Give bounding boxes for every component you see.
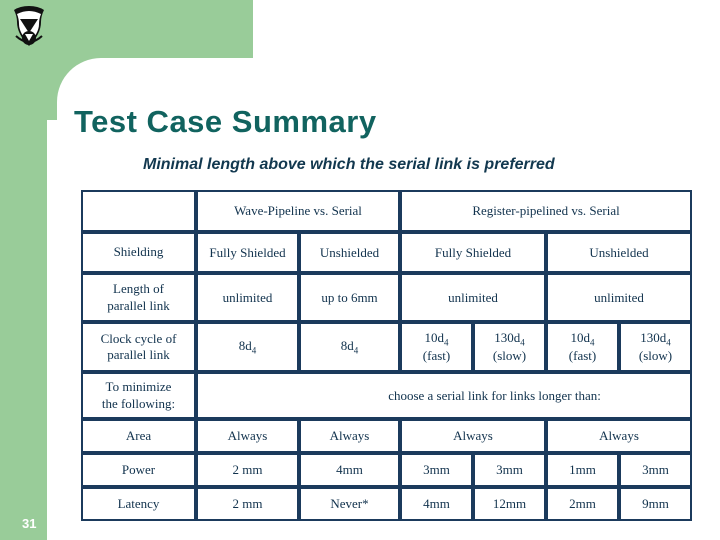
cell-shielding-reg-unshielded: Unshielded <box>546 232 693 273</box>
clock-reg-fully-slow-value: 130d <box>494 330 521 346</box>
cell-shielding-wave-fully: Fully Shielded <box>196 232 299 273</box>
page-subtitle: Minimal length above which the serial li… <box>143 156 555 173</box>
cell-power-reg-un-slow: 3mm <box>619 453 693 487</box>
clock-reg-un-fast-subscript: 4 <box>590 337 595 348</box>
table-row-length-of-parallel-link: Length of parallel link unlimited up to … <box>81 273 693 322</box>
cell-label-length: Length of parallel link <box>81 273 196 322</box>
cell-clock-reg-un-fast: 10d4 (fast) <box>546 322 619 372</box>
cell-length-wave-fully: unlimited <box>196 273 299 322</box>
cell-power-wave-unshielded: 4mm <box>299 453 400 487</box>
cell-power-reg-fully-slow: 3mm <box>473 453 546 487</box>
cell-area-reg-unshielded: Always <box>546 419 693 453</box>
table-row-area: Area Always Always Always Always <box>81 419 693 453</box>
cell-label-to-minimize: To minimize the following: <box>81 372 196 419</box>
page-title: Test Case Summary <box>74 104 377 139</box>
cell-power-reg-un-fast: 1mm <box>546 453 619 487</box>
clock-reg-fully-fast-qualifier: (fast) <box>422 347 451 363</box>
clock-reg-un-slow-subscript: 4 <box>666 337 671 348</box>
clock-reg-un-slow-qualifier: (slow) <box>638 347 673 363</box>
cell-latency-wave-unshielded: Never* <box>299 487 400 521</box>
page-number: 31 <box>22 516 37 531</box>
cell-label-power: Power <box>81 453 196 487</box>
cell-latency-reg-fully-fast: 4mm <box>400 487 473 521</box>
cell-clock-wave-unshielded: 8d4 <box>299 322 400 372</box>
label-length-line1: Length of <box>113 281 164 297</box>
clock-wave-fully-value: 8d <box>238 338 252 354</box>
clock-reg-fully-fast-value: 10d <box>424 330 445 346</box>
cell-latency-reg-fully-slow: 12mm <box>473 487 546 521</box>
table-row-latency: Latency 2 mm Never* 4mm 12mm 2mm 9mm <box>81 487 693 521</box>
cell-clock-reg-un-slow: 130d4 (slow) <box>619 322 693 372</box>
clock-reg-un-fast-value: 10d <box>570 330 591 346</box>
cell-clock-wave-fully: 8d4 <box>196 322 299 372</box>
table-row-shielding: Shielding Fully Shielded Unshielded Full… <box>81 232 693 273</box>
slide-canvas: 31 Test Case Summary Minimal length abov… <box>0 0 720 540</box>
cell-area-wave-unshielded: Always <box>299 419 400 453</box>
label-minimize-line2: the following: <box>101 395 176 411</box>
clock-wave-un-subscript: 4 <box>353 345 359 356</box>
cell-latency-reg-un-slow: 9mm <box>619 487 693 521</box>
table-row-to-minimize: To minimize the following: choose a seri… <box>81 372 693 419</box>
table-row-clock-cycle: Clock cycle of parallel link 8d4 8d4 10d… <box>81 322 693 372</box>
cell-clock-reg-fully-slow: 130d4 (slow) <box>473 322 546 372</box>
table-row-power: Power 2 mm 4mm 3mm 3mm 1mm 3mm <box>81 453 693 487</box>
label-minimize-line1: To minimize <box>105 379 172 395</box>
cell-label-area: Area <box>81 419 196 453</box>
cell-header-wave-pipeline: Wave-Pipeline vs. Serial <box>196 190 400 232</box>
cell-latency-wave-fully: 2 mm <box>196 487 299 521</box>
cell-latency-reg-un-fast: 2mm <box>546 487 619 521</box>
cell-shielding-wave-unshielded: Unshielded <box>299 232 400 273</box>
cell-area-reg-fully: Always <box>400 419 546 453</box>
cell-length-reg-unshielded: unlimited <box>546 273 693 322</box>
cell-minimize-note: choose a serial link for links longer th… <box>299 372 693 419</box>
cell-clock-reg-fully-fast: 10d4 (fast) <box>400 322 473 372</box>
label-length-line2: parallel link <box>107 297 170 313</box>
cell-corner-blank <box>81 190 196 232</box>
clock-wave-fully-subscript: 4 <box>251 345 257 356</box>
cell-area-wave-fully: Always <box>196 419 299 453</box>
cell-label-clock-cycle: Clock cycle of parallel link <box>81 322 196 372</box>
clock-reg-fully-fast-subscript: 4 <box>444 337 449 348</box>
cell-shielding-reg-fully: Fully Shielded <box>400 232 546 273</box>
cell-length-reg-fully: unlimited <box>400 273 546 322</box>
cell-header-register-pipelined: Register-pipelined vs. Serial <box>400 190 693 232</box>
label-clock-line2: parallel link <box>107 347 170 362</box>
cell-length-wave-unshielded: up to 6mm <box>299 273 400 322</box>
table-row-group-headers: Wave-Pipeline vs. Serial Register-pipeli… <box>81 190 693 232</box>
cell-label-shielding: Shielding <box>81 232 196 273</box>
institution-crest-logo-icon <box>14 6 44 46</box>
cell-minimize-spacer-1 <box>196 372 299 419</box>
clock-reg-fully-slow-qualifier: (slow) <box>492 347 527 363</box>
cell-power-wave-fully: 2 mm <box>196 453 299 487</box>
cell-label-latency: Latency <box>81 487 196 521</box>
decor-green-left-band <box>0 0 47 540</box>
label-clock-line1: Clock cycle of <box>100 330 177 346</box>
clock-reg-un-fast-qualifier: (fast) <box>568 347 597 363</box>
cell-power-reg-fully-fast: 3mm <box>400 453 473 487</box>
clock-reg-fully-slow-subscript: 4 <box>520 337 525 348</box>
clock-wave-un-value: 8d <box>340 338 354 354</box>
test-case-summary-table: Wave-Pipeline vs. Serial Register-pipeli… <box>81 190 693 521</box>
clock-reg-un-slow-value: 130d <box>640 330 667 346</box>
